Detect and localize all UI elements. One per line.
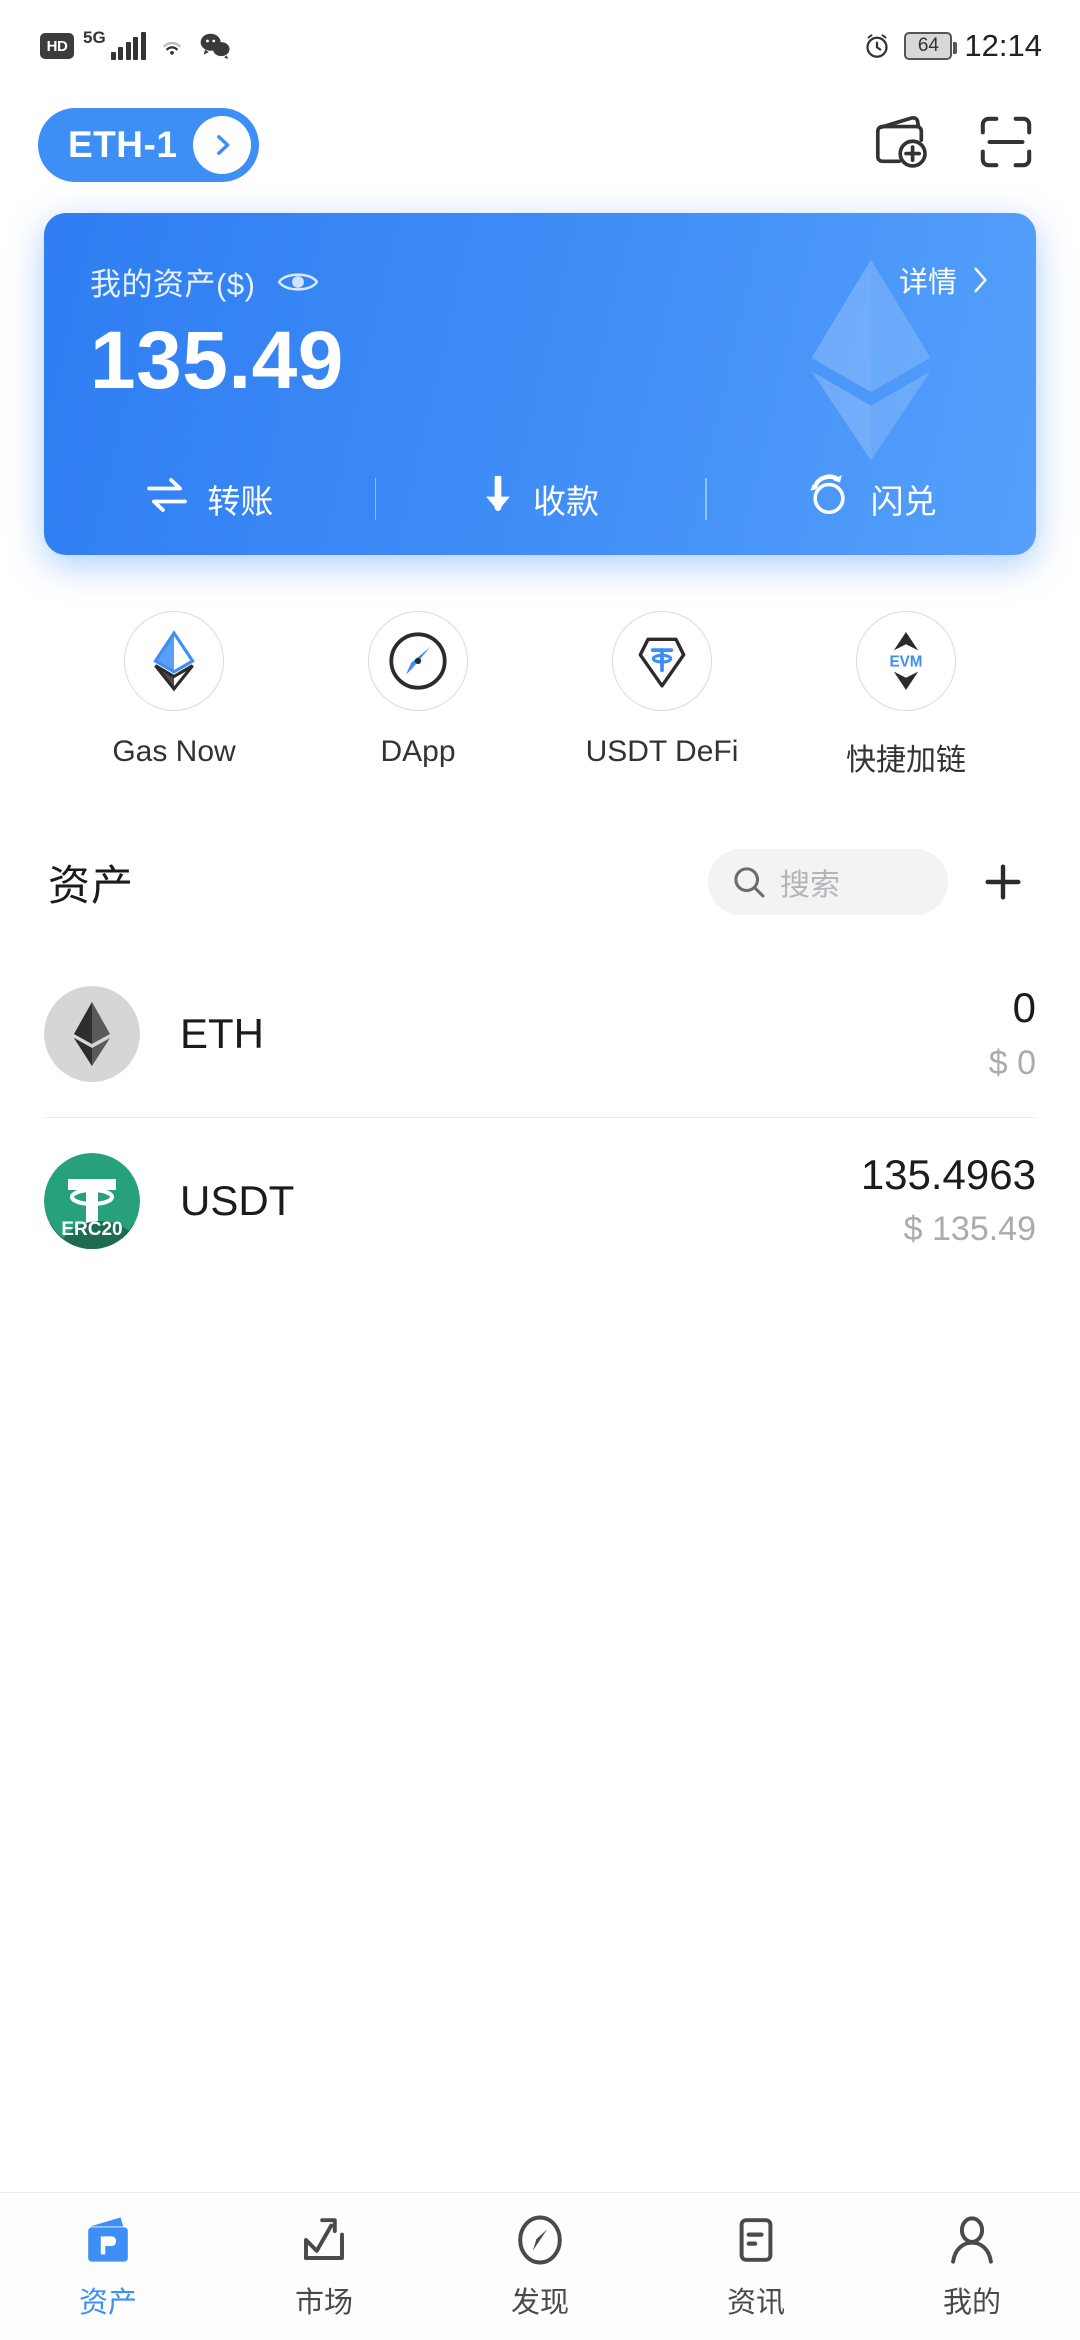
token-symbol: ETH <box>180 1010 264 1057</box>
token-fiat-value: $ 135.49 <box>903 1210 1036 1249</box>
search-placeholder: 搜索 <box>780 869 840 902</box>
token-amount: 135.4963 <box>860 1150 1036 1198</box>
quick-action-label: 快捷加链 <box>846 744 966 777</box>
tether-defi-icon <box>612 611 712 711</box>
token-badge-label: ERC20 <box>61 1219 122 1240</box>
receive-button[interactable]: 收款 <box>375 474 706 523</box>
assets-tools: 搜索 <box>708 849 1036 915</box>
add-token-button[interactable] <box>970 849 1036 915</box>
quick-action-label: Gas Now <box>112 735 236 768</box>
chevron-right-small-icon <box>974 267 987 293</box>
details-link[interactable]: 详情 <box>899 259 990 301</box>
balance-card-wrapper: 详情 我的资产($) 135.49 转账 收款 闪兑 <box>0 197 1080 555</box>
header-action-icons <box>870 113 1036 176</box>
wallet-icon <box>88 2217 128 2262</box>
receive-label: 收款 <box>533 483 599 520</box>
transfer-icon <box>145 477 189 521</box>
flash-swap-icon <box>805 473 853 525</box>
nav-label: 市场 <box>294 2286 353 2319</box>
token-values: 135.4963 $ 135.49 <box>860 1150 1036 1249</box>
quick-action-add-chain[interactable]: EVM 快捷加链 <box>784 611 1028 779</box>
app-header: ETH-1 <box>0 92 1080 197</box>
quick-action-label: DApp <box>380 735 456 768</box>
nav-item-assets[interactable]: 资产 <box>0 2213 216 2321</box>
signal-bars-icon <box>110 32 146 60</box>
details-label: 详情 <box>898 267 957 299</box>
wechat-icon <box>200 33 230 60</box>
nav-item-news[interactable]: 资讯 <box>648 2213 864 2321</box>
quick-action-dapp[interactable]: DApp <box>296 611 540 779</box>
wallet-selector-button[interactable]: ETH-1 <box>38 107 260 182</box>
quick-action-gas-now[interactable]: Gas Now <box>52 611 296 779</box>
balance-label: 我的资产($) <box>90 267 256 302</box>
token-fiat-value: $ 0 <box>988 1043 1036 1082</box>
nav-item-profile[interactable]: 我的 <box>864 2213 1080 2321</box>
status-bar-left: HD 5G <box>40 28 232 61</box>
status-bar-right: 64 12:14 <box>862 28 1042 64</box>
battery-icon: 64 <box>904 32 958 60</box>
alarm-icon <box>866 34 889 58</box>
discover-compass-icon <box>518 2215 562 2264</box>
token-amount: 0 <box>1012 984 1036 1032</box>
chevron-right-icon <box>193 115 252 174</box>
card-action-bar: 转账 收款 闪兑 <box>44 443 1036 555</box>
transfer-button[interactable]: 转账 <box>44 475 375 523</box>
svg-text:EVM: EVM <box>890 653 923 670</box>
profile-person-icon <box>951 2215 993 2264</box>
search-input[interactable]: 搜索 <box>708 849 948 915</box>
token-symbol: USDT <box>180 1176 295 1224</box>
balance-amount: 135.49 <box>90 315 344 406</box>
network-type-label: 5G <box>83 28 106 47</box>
eye-icon[interactable] <box>277 268 319 296</box>
receive-arrow-down-icon <box>481 474 515 522</box>
status-bar: HD 5G 64 12:14 <box>0 0 1080 92</box>
scan-qr-icon[interactable] <box>976 113 1036 176</box>
flash-swap-button[interactable]: 闪兑 <box>705 473 1036 525</box>
evm-add-chain-icon: EVM <box>856 611 956 711</box>
nav-item-discover[interactable]: 发现 <box>432 2213 648 2321</box>
quick-action-label: USDT DeFi <box>585 735 739 768</box>
assets-section-header: 资产 搜索 <box>0 779 1080 915</box>
nav-label: 发现 <box>510 2286 569 2319</box>
quick-actions-row: Gas Now DApp USDT DeFi EVM 快捷加链 <box>0 555 1080 779</box>
wallet-add-icon[interactable] <box>870 113 932 176</box>
news-icon <box>739 2217 773 2262</box>
token-values: 0 $ 0 <box>989 985 1036 1082</box>
market-chart-icon <box>304 2217 344 2260</box>
bottom-navigation: 资产 市场 发现 资讯 我的 <box>0 2192 1080 2340</box>
tether-token-icon: ERC20 <box>44 1152 140 1249</box>
balance-card: 详情 我的资产($) 135.49 转账 收款 闪兑 <box>44 213 1036 555</box>
assets-title: 资产 <box>48 861 135 909</box>
token-list: ETH 0 $ 0 ERC20 USDT 135.4963 $ 135.49 <box>0 951 1080 1283</box>
wallet-name-label: ETH-1 <box>68 123 178 165</box>
quick-action-usdt-defi[interactable]: USDT DeFi <box>540 611 784 779</box>
hd-icon: HD <box>40 33 74 59</box>
balance-label-row: 我的资产($) <box>90 259 1036 304</box>
balance-card-top: 我的资产($) 135.49 <box>44 213 1036 402</box>
transfer-label: 转账 <box>207 483 274 520</box>
nav-label: 我的 <box>942 2286 1001 2319</box>
nav-label: 资产 <box>78 2286 137 2319</box>
nav-item-market[interactable]: 市场 <box>216 2213 432 2321</box>
table-row[interactable]: ETH 0 $ 0 <box>44 951 1036 1117</box>
flash-swap-label: 闪兑 <box>870 483 937 520</box>
wifi-icon <box>162 41 181 55</box>
table-row[interactable]: ERC20 USDT 135.4963 $ 135.49 <box>44 1117 1036 1283</box>
search-icon <box>734 867 765 898</box>
plus-icon <box>985 864 1021 900</box>
clock-label: 12:14 <box>964 28 1042 63</box>
ethereum-gas-icon <box>124 611 224 711</box>
ethereum-token-icon <box>44 986 140 1082</box>
nav-label: 资讯 <box>726 2286 785 2319</box>
compass-icon <box>368 611 468 711</box>
